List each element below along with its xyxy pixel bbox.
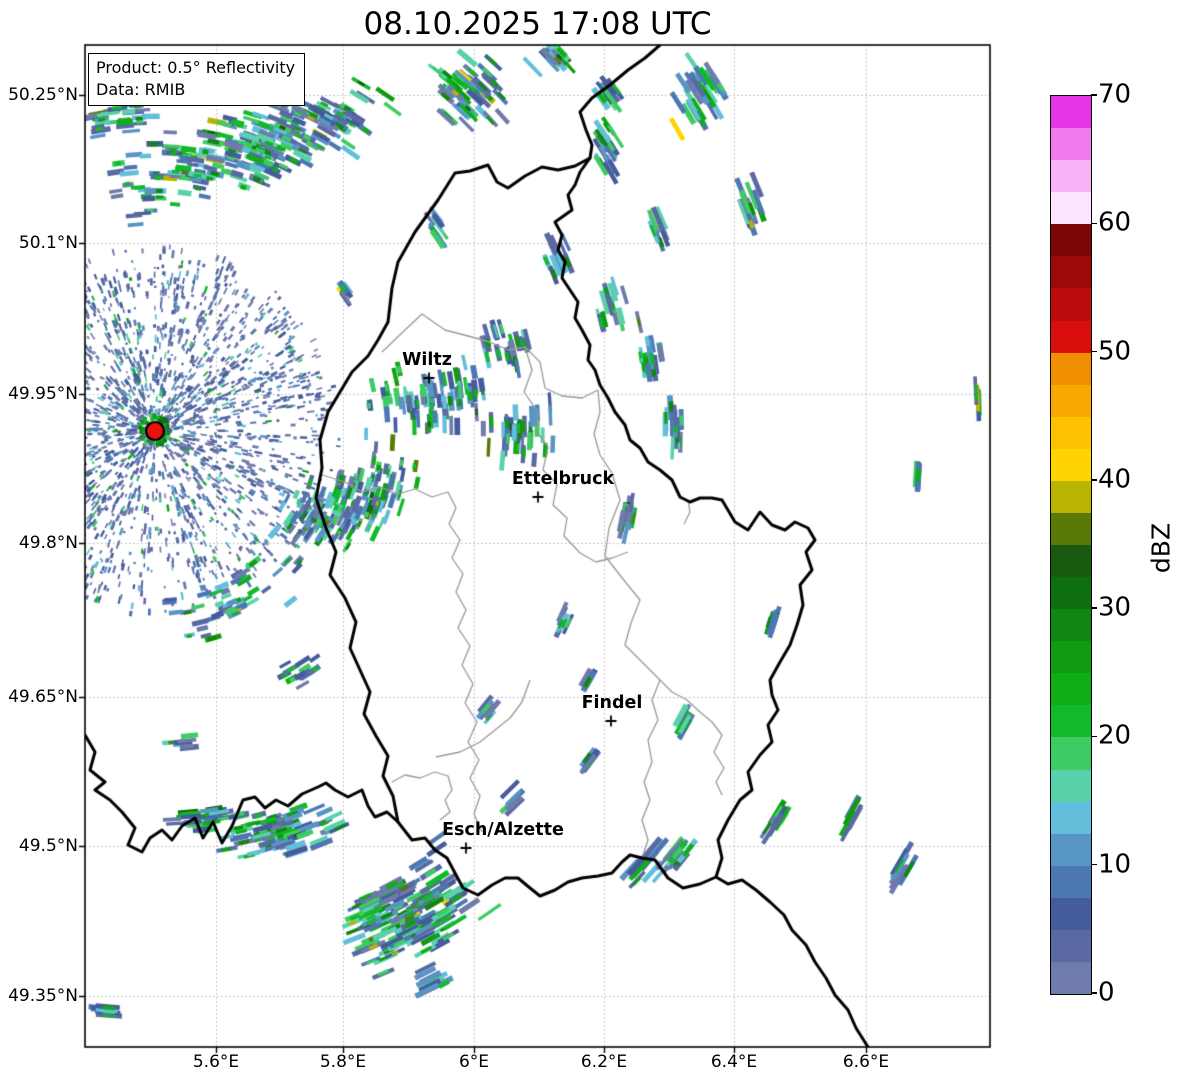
colorbar-band-55dbz	[1051, 255, 1091, 289]
colorbar-band-32.5dbz	[1051, 544, 1091, 578]
radar-app: { "title": "08.10.2025 17:08 UTC", "info…	[0, 0, 1184, 1081]
colorbar-tick-40: 40	[1098, 464, 1132, 495]
colorbar-band-50dbz	[1051, 319, 1091, 353]
colorbar-tickmark-40	[1091, 479, 1097, 481]
colorbar-tick-60: 60	[1098, 207, 1132, 238]
colorbar-band-42.5dbz	[1051, 416, 1091, 449]
lon-tick-label-1: 5.8°E	[319, 1052, 367, 1072]
colorbar-tick-70: 70	[1098, 79, 1132, 110]
lon-tick-label-4: 6.4°E	[710, 1052, 758, 1072]
colorbar-band-37.5dbz	[1051, 480, 1091, 513]
colorbar-tickmark-30	[1091, 607, 1097, 609]
colorbar-tickmark-10	[1091, 863, 1097, 866]
product-info-line2: Data: RMIB	[96, 79, 186, 99]
colorbar-band-27.5dbz	[1051, 608, 1091, 642]
colorbar-tick-0: 0	[1098, 977, 1115, 1008]
lat-tick-label-4: 49.65°N	[8, 687, 78, 707]
reflectivity-colorbar	[1050, 95, 1092, 995]
lat-tick-label-2: 49.95°N	[8, 384, 78, 404]
colorbar-band-7.5dbz	[1051, 865, 1091, 898]
colorbar-tickmark-50	[1091, 350, 1097, 353]
colorbar-tickmark-20	[1091, 735, 1097, 738]
colorbar-tickmark-60	[1091, 222, 1097, 225]
colorbar-tick-10: 10	[1098, 849, 1132, 880]
colorbar-band-62.5dbz	[1051, 159, 1091, 193]
colorbar-unit-label: dBZ	[1146, 522, 1176, 574]
colorbar-band-17.5dbz	[1051, 736, 1091, 770]
colorbar-band-2.5dbz	[1051, 929, 1091, 962]
figure-title: 08.10.2025 17:08 UTC	[363, 6, 712, 42]
colorbar-band-10dbz	[1051, 833, 1091, 866]
colorbar-band-67.5dbz	[1051, 96, 1091, 129]
radar-map-canvas	[0, 0, 1184, 1081]
lon-tick-label-5: 6.6°E	[842, 1052, 890, 1072]
product-info-box: Product: 0.5° Reflectivity Data: RMIB	[88, 53, 306, 107]
colorbar-band-5dbz	[1051, 897, 1091, 930]
colorbar-band-20dbz	[1051, 704, 1091, 738]
lat-tick-label-0: 50.25°N	[8, 85, 78, 105]
colorbar-tick-20: 20	[1098, 720, 1132, 751]
lon-tick-label-3: 6.2°E	[580, 1052, 628, 1072]
lon-tick-label-2: 6°E	[458, 1052, 490, 1072]
city-label-esch-alzette: Esch/Alzette	[442, 820, 564, 840]
colorbar-tick-30: 30	[1098, 592, 1132, 623]
colorbar-band-65dbz	[1051, 127, 1091, 161]
colorbar-band-0dbz	[1051, 961, 1091, 994]
city-label-findel: Findel	[581, 693, 643, 713]
colorbar-tickmark-0	[1091, 992, 1097, 994]
colorbar-band-30dbz	[1051, 576, 1091, 610]
colorbar-band-15dbz	[1051, 768, 1091, 802]
product-info-line1: Product: 0.5° Reflectivity	[96, 58, 296, 77]
colorbar-band-12.5dbz	[1051, 801, 1091, 834]
lat-tick-label-5: 49.5°N	[18, 836, 78, 856]
colorbar-band-52.5dbz	[1051, 287, 1091, 321]
lat-tick-label-6: 49.35°N	[8, 986, 78, 1006]
colorbar-band-22.5dbz	[1051, 672, 1091, 706]
colorbar-band-45dbz	[1051, 384, 1091, 417]
lat-tick-label-3: 49.8°N	[18, 533, 78, 553]
colorbar-band-60dbz	[1051, 191, 1091, 225]
colorbar-tick-50: 50	[1098, 335, 1132, 366]
colorbar-band-47.5dbz	[1051, 352, 1091, 385]
colorbar-band-25dbz	[1051, 640, 1091, 674]
colorbar-band-35dbz	[1051, 512, 1091, 545]
colorbar-band-40dbz	[1051, 448, 1091, 481]
colorbar-band-57.5dbz	[1051, 223, 1091, 257]
city-label-ettelbruck: Ettelbruck	[511, 469, 615, 489]
city-label-wiltz: Wiltz	[402, 350, 452, 370]
lon-tick-label-0: 5.6°E	[192, 1052, 240, 1072]
colorbar-tickmark-70	[1091, 94, 1097, 96]
lat-tick-label-1: 50.1°N	[18, 233, 78, 253]
